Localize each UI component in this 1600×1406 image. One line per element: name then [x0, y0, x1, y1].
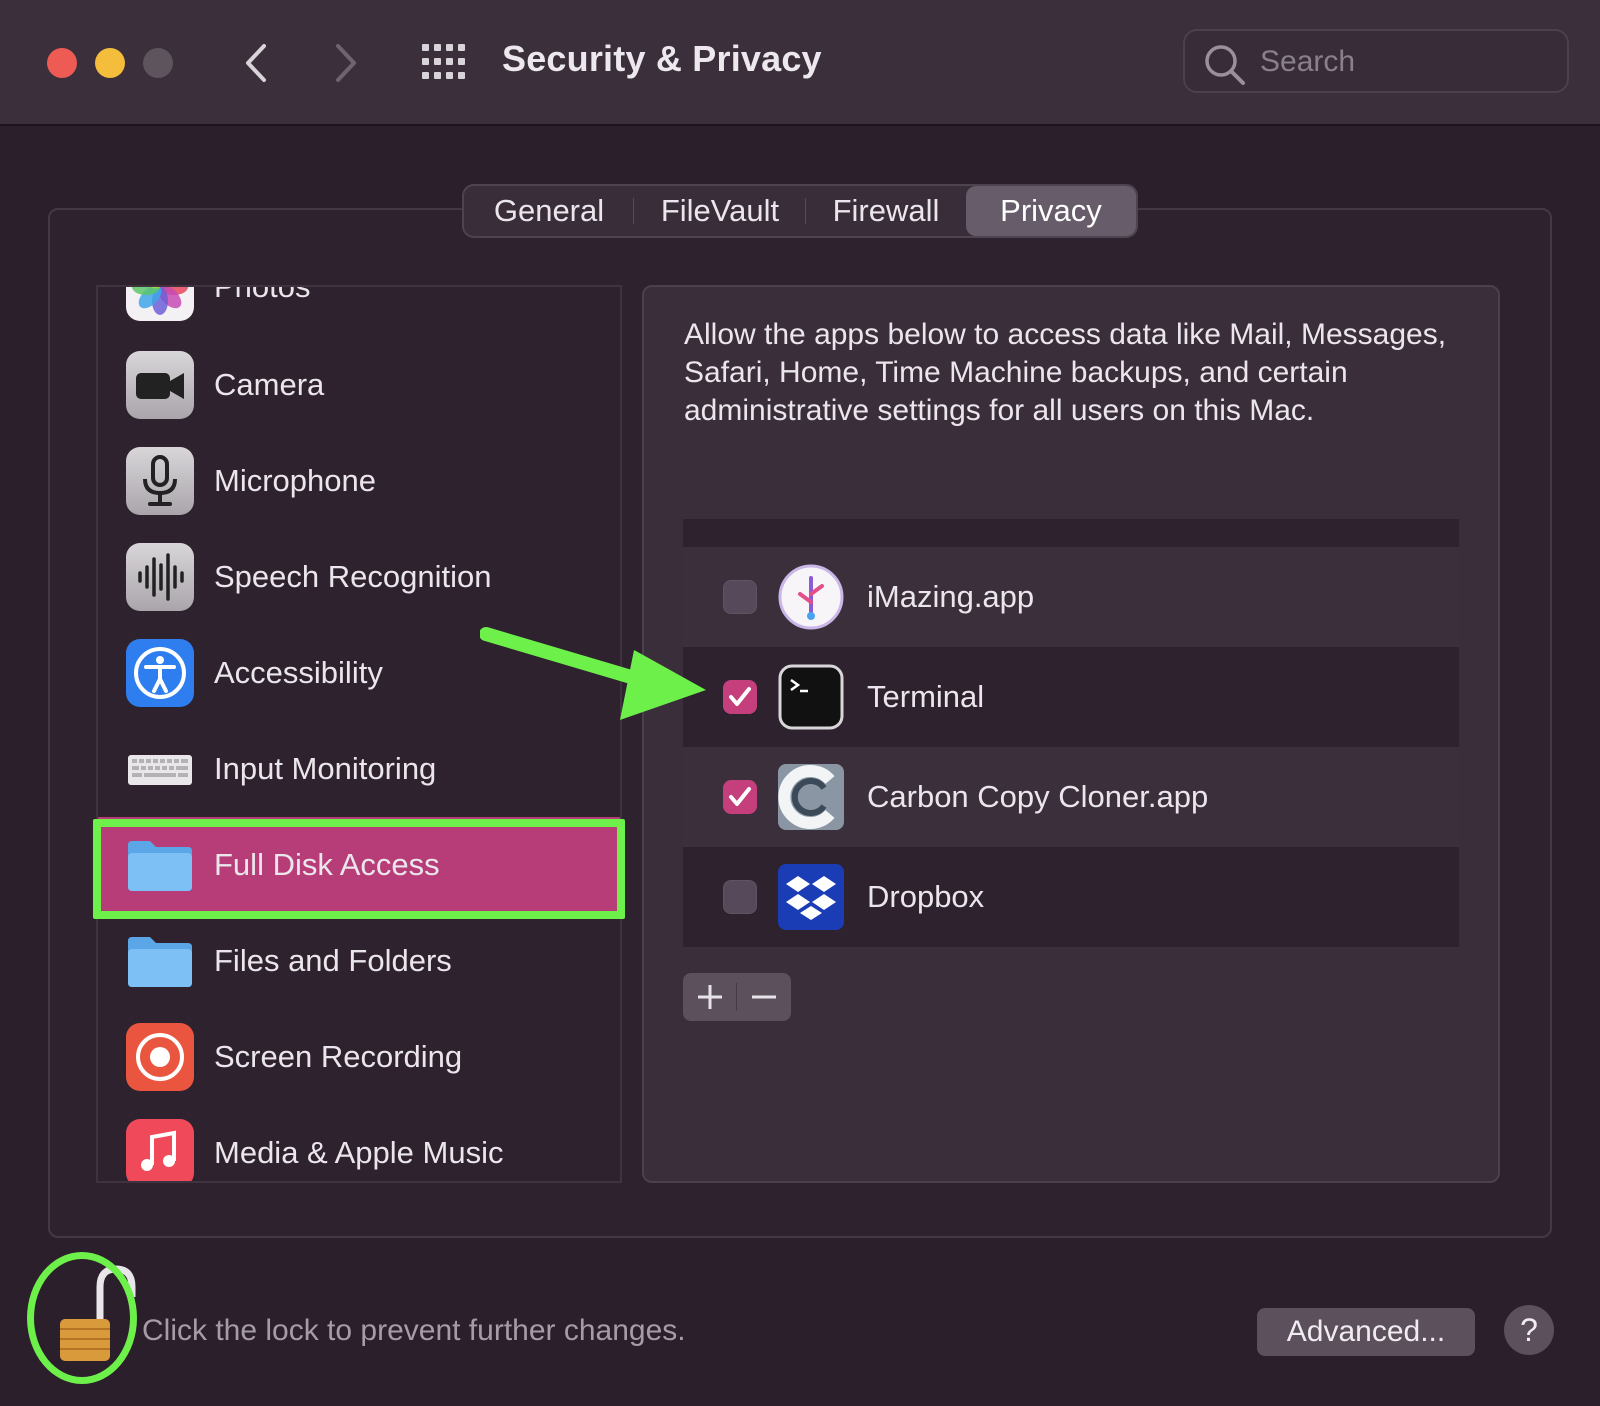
chevron-right-icon: [336, 44, 356, 82]
grid-icon: [422, 44, 465, 79]
tab-filevault[interactable]: FileVault: [634, 186, 806, 236]
dropbox-icon: [778, 864, 844, 930]
terminal-checkbox[interactable]: [723, 680, 757, 714]
camera-icon: [126, 351, 194, 419]
carbon-copy-cloner-icon: [778, 764, 844, 830]
dropbox-checkbox[interactable]: [723, 880, 757, 914]
add-remove-control: [683, 973, 791, 1021]
music-icon: [126, 1119, 194, 1181]
imazing-icon: [778, 564, 844, 630]
chevron-left-icon: [246, 44, 266, 82]
close-window-button[interactable]: [47, 48, 77, 78]
tab-privacy[interactable]: Privacy: [966, 186, 1136, 236]
screen-recording-icon: [126, 1023, 194, 1091]
sidebar-item-label: Microphone: [214, 463, 376, 498]
app-label: Terminal: [867, 679, 985, 714]
add-app-button[interactable]: [683, 973, 737, 1021]
privacy-category-list[interactable]: Photos Camera Microphone Speech Recognit…: [96, 285, 622, 1183]
accessibility-icon: [126, 639, 194, 707]
sidebar-item-label: Media & Apple Music: [214, 1135, 504, 1170]
back-button[interactable]: [238, 38, 278, 88]
forward-button[interactable]: [324, 38, 364, 88]
app-label: Carbon Copy Cloner.app: [867, 779, 1209, 814]
sidebar-item-photos[interactable]: Photos: [98, 285, 620, 335]
lock-status-text: Click the lock to prevent further change…: [142, 1314, 686, 1347]
sidebar-item-microphone[interactable]: Microphone: [98, 433, 620, 529]
app-row-imazing[interactable]: iMazing.app: [683, 547, 1459, 647]
annotation-arrow-icon: [480, 627, 706, 720]
checkmark-icon: [729, 787, 751, 806]
terminal-icon: [778, 664, 844, 730]
imazing-checkbox[interactable]: [723, 580, 757, 614]
sidebar-item-camera[interactable]: Camera: [98, 337, 620, 433]
annotation-highlight-box: [93, 819, 625, 919]
sidebar-item-input-monitoring[interactable]: Input Monitoring: [98, 721, 620, 817]
list-item: [683, 519, 1459, 547]
security-privacy-window: Security & Privacy General FileVault Fir…: [0, 0, 1600, 1406]
sidebar-item-label: Accessibility: [214, 655, 383, 690]
sidebar-item-media-apple-music[interactable]: Media & Apple Music: [98, 1105, 620, 1181]
app-label: iMazing.app: [867, 579, 1035, 614]
sidebar-item-speech-recognition[interactable]: Speech Recognition: [98, 529, 620, 625]
help-button[interactable]: ?: [1504, 1305, 1554, 1355]
annotation-highlight-circle: [27, 1252, 137, 1384]
advanced-button[interactable]: Advanced...: [1257, 1308, 1475, 1356]
app-row-dropbox[interactable]: Dropbox: [683, 847, 1459, 947]
sidebar-item-label: Speech Recognition: [214, 559, 492, 594]
folder-icon: [126, 927, 194, 995]
tab-bar: General FileVault Firewall Privacy: [462, 184, 1138, 238]
search-field[interactable]: [1183, 29, 1569, 93]
app-row-terminal[interactable]: Terminal: [683, 647, 1459, 747]
photos-icon: [126, 287, 194, 321]
title-bar: Security & Privacy: [0, 0, 1600, 126]
show-all-grid-button[interactable]: [422, 44, 466, 80]
zoom-window-button[interactable]: [143, 48, 173, 78]
sidebar-item-files-and-folders[interactable]: Files and Folders: [98, 913, 620, 1009]
carbon-copy-cloner-checkbox[interactable]: [723, 780, 757, 814]
minus-icon: [752, 995, 776, 999]
sidebar-item-label: Files and Folders: [214, 943, 452, 978]
tab-firewall[interactable]: Firewall: [806, 186, 966, 236]
sidebar-item-label: Input Monitoring: [214, 751, 437, 786]
window-title: Security & Privacy: [502, 38, 822, 79]
remove-app-button[interactable]: [737, 973, 791, 1021]
waveform-icon: [126, 543, 194, 611]
app-label: Dropbox: [867, 879, 985, 914]
minimize-window-button[interactable]: [95, 48, 125, 78]
plus-icon: [698, 985, 722, 1009]
app-row-carbon-copy-cloner[interactable]: Carbon Copy Cloner.app: [683, 747, 1459, 847]
permission-description: Allow the apps below to access data like…: [684, 318, 1447, 427]
search-input[interactable]: [1258, 41, 1552, 83]
checkmark-icon: [729, 687, 751, 706]
app-list[interactable]: iMazing.app Terminal Carbon Copy Cloner.…: [683, 519, 1459, 947]
sidebar-item-label: Photos: [214, 285, 311, 304]
sidebar-item-label: Screen Recording: [214, 1039, 463, 1074]
keyboard-icon: [126, 735, 194, 803]
sidebar-item-screen-recording[interactable]: Screen Recording: [98, 1009, 620, 1105]
tab-general[interactable]: General: [464, 186, 634, 236]
sidebar-item-label: Camera: [214, 367, 325, 402]
microphone-icon: [126, 447, 194, 515]
search-icon: [1205, 45, 1245, 85]
